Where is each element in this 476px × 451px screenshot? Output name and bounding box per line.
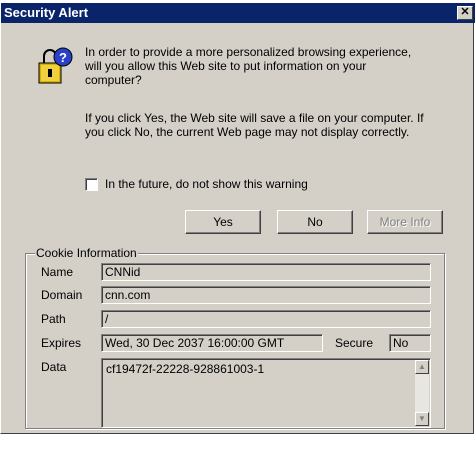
lock-question-icon: ? bbox=[38, 47, 73, 84]
close-button[interactable]: ✕ bbox=[457, 6, 473, 20]
message-consequence: If you click Yes, the Web site will save… bbox=[85, 111, 424, 139]
more-info-button: More Info bbox=[367, 210, 443, 234]
secure-field: No bbox=[389, 334, 431, 352]
security-alert-dialog: Security Alert ✕ ? In order to provide a… bbox=[0, 3, 475, 434]
message-allow: In order to provide a more personalized … bbox=[85, 45, 412, 87]
data-scrollbar[interactable]: ▲ ▼ bbox=[415, 360, 429, 426]
dont-show-warning-label: In the future, do not show this warning bbox=[105, 177, 308, 191]
yes-button[interactable]: Yes bbox=[185, 210, 261, 234]
svg-text:?: ? bbox=[59, 50, 67, 65]
no-button[interactable]: No bbox=[277, 210, 353, 234]
name-label: Name bbox=[41, 265, 74, 279]
close-icon: ✕ bbox=[460, 6, 470, 18]
domain-label: Domain bbox=[41, 288, 83, 302]
scroll-up-icon[interactable]: ▲ bbox=[415, 360, 429, 374]
path-label: Path bbox=[41, 312, 66, 326]
dialog-titlebar: Security Alert ✕ bbox=[1, 3, 475, 23]
dialog-title: Security Alert bbox=[4, 5, 89, 20]
data-textarea[interactable]: cf19472f-22228-928861003-1 ▲ ▼ bbox=[101, 358, 431, 428]
dont-show-warning-option[interactable]: In the future, do not show this warning bbox=[85, 177, 308, 191]
cookie-information-title: Cookie Information bbox=[35, 246, 138, 260]
data-value: cf19472f-22228-928861003-1 bbox=[106, 362, 265, 376]
scroll-down-icon[interactable]: ▼ bbox=[415, 412, 429, 426]
secure-label: Secure bbox=[335, 336, 374, 350]
path-field: / bbox=[101, 310, 431, 328]
domain-field: cnn.com bbox=[101, 286, 431, 304]
expires-field: Wed, 30 Dec 2037 16:00:00 GMT bbox=[101, 334, 323, 352]
data-label: Data bbox=[41, 360, 67, 374]
name-field: CNNid bbox=[101, 263, 431, 281]
expires-label: Expires bbox=[41, 336, 82, 350]
dont-show-warning-checkbox[interactable] bbox=[85, 177, 98, 191]
